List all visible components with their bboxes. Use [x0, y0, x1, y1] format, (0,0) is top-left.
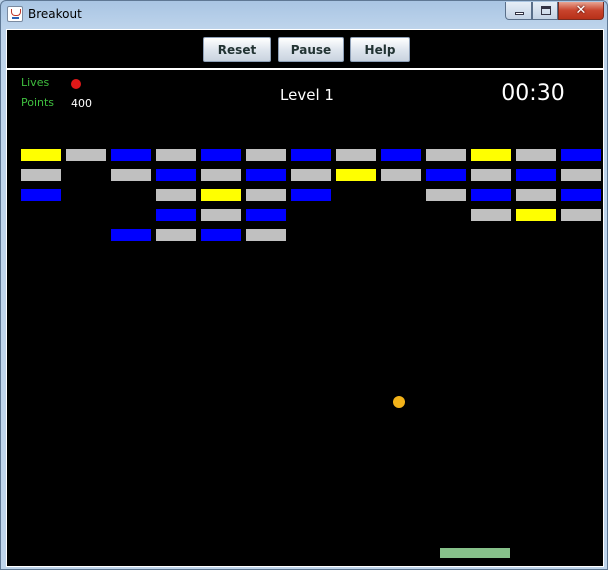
brick — [201, 149, 241, 161]
minimize-button[interactable] — [505, 2, 532, 20]
brick — [291, 149, 331, 161]
paddle[interactable] — [440, 548, 510, 558]
points-value: 400 — [71, 97, 92, 110]
brick — [246, 169, 286, 181]
brick — [156, 169, 196, 181]
brick — [336, 149, 376, 161]
brick — [156, 189, 196, 201]
brick — [201, 169, 241, 181]
brick — [561, 169, 601, 181]
window-title: Breakout — [28, 7, 82, 21]
game-panel: Reset Pause Help Lives Points 400 Level … — [6, 29, 604, 567]
brick — [156, 149, 196, 161]
brick — [111, 229, 151, 241]
brick — [471, 169, 511, 181]
brick — [561, 149, 601, 161]
brick — [561, 189, 601, 201]
maximize-button[interactable] — [532, 2, 558, 20]
brick — [201, 209, 241, 221]
brick — [471, 149, 511, 161]
reset-button[interactable]: Reset — [203, 37, 271, 62]
brick — [336, 169, 376, 181]
brick — [246, 149, 286, 161]
pause-button[interactable]: Pause — [278, 37, 344, 62]
brick — [426, 169, 466, 181]
brick — [291, 189, 331, 201]
brick — [471, 209, 511, 221]
brick — [291, 169, 331, 181]
lives-label: Lives — [21, 76, 50, 89]
level-label: Level 1 — [280, 86, 334, 104]
brick — [156, 229, 196, 241]
close-button[interactable]: ✕ — [558, 2, 604, 20]
brick — [156, 209, 196, 221]
brick — [516, 209, 556, 221]
brick — [516, 149, 556, 161]
brick — [381, 149, 421, 161]
brick — [201, 229, 241, 241]
brick — [516, 169, 556, 181]
brick — [66, 149, 106, 161]
brick — [471, 189, 511, 201]
brick — [561, 209, 601, 221]
brick — [21, 149, 61, 161]
brick — [201, 189, 241, 201]
timer: 00:30 — [501, 81, 565, 106]
close-icon: ✕ — [575, 3, 587, 18]
ball — [393, 396, 405, 408]
brick — [111, 169, 151, 181]
brick — [21, 169, 61, 181]
brick — [246, 209, 286, 221]
brick — [426, 149, 466, 161]
title-bar[interactable]: Breakout ✕ — [1, 1, 607, 28]
brick — [426, 189, 466, 201]
brick — [111, 149, 151, 161]
brick — [21, 189, 61, 201]
brick — [246, 189, 286, 201]
life-dot — [71, 79, 81, 89]
help-button[interactable]: Help — [350, 37, 410, 62]
maximize-icon — [541, 6, 551, 15]
control-toolbar: Reset Pause Help — [7, 30, 603, 70]
brick — [381, 169, 421, 181]
java-app-icon — [7, 6, 23, 22]
brick — [246, 229, 286, 241]
breakout-window: Breakout ✕ Reset Pause Help Lives Points… — [0, 0, 608, 570]
brick — [516, 189, 556, 201]
minimize-icon — [515, 12, 524, 15]
points-label: Points — [21, 96, 55, 109]
